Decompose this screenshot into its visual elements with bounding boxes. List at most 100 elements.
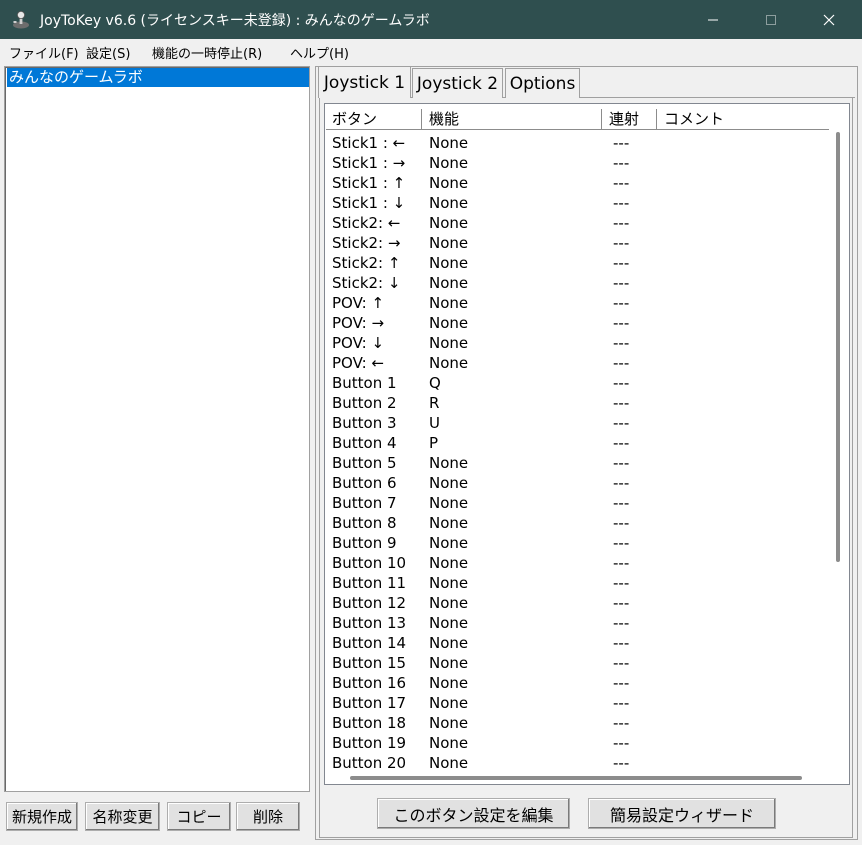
function-cell: None xyxy=(429,174,469,192)
table-row[interactable]: Stick1 : ↑ None --- xyxy=(326,173,829,193)
column-divider[interactable] xyxy=(601,109,602,129)
menu-settings[interactable]: 設定(S) xyxy=(86,43,130,62)
table-row[interactable]: Button 8 None --- xyxy=(326,513,829,533)
setup-wizard-button[interactable]: 簡易設定ウィザード xyxy=(588,798,776,829)
horizontal-scrollbar-thumb[interactable] xyxy=(350,776,802,780)
button-name-cell: POV: ↓ xyxy=(332,334,385,352)
button-name-cell: Button 18 xyxy=(332,714,407,732)
table-row[interactable]: Stick2: ↑ None --- xyxy=(326,253,829,273)
function-cell: None xyxy=(429,534,469,552)
menu-help[interactable]: ヘルプ(H) xyxy=(290,43,349,62)
turbo-cell: --- xyxy=(613,374,630,392)
button-name-cell: Button 7 xyxy=(332,494,397,512)
minimize-icon xyxy=(708,19,718,20)
new-profile-button[interactable]: 新規作成 xyxy=(6,802,78,831)
table-row[interactable]: POV: → None --- xyxy=(326,313,829,333)
profile-list[interactable]: みんなのゲームラボ xyxy=(4,66,310,792)
function-cell: None xyxy=(429,354,469,372)
table-row[interactable]: Stick2: → None --- xyxy=(326,233,829,253)
button-name-cell: Button 14 xyxy=(332,634,407,652)
table-row[interactable]: Stick1 : ↓ None --- xyxy=(326,193,829,213)
turbo-cell: --- xyxy=(613,354,630,372)
table-row[interactable]: Button 16 None --- xyxy=(326,673,829,693)
turbo-cell: --- xyxy=(613,414,630,432)
button-name-cell: Button 15 xyxy=(332,654,407,672)
table-row[interactable]: Button 12 None --- xyxy=(326,593,829,613)
button-name-cell: POV: ↑ xyxy=(332,294,385,312)
table-row[interactable]: Stick2: ↓ None --- xyxy=(326,273,829,293)
column-divider[interactable] xyxy=(421,109,422,129)
menu-pause[interactable]: 機能の一時停止(R) xyxy=(152,43,262,62)
table-row[interactable]: Button 9 None --- xyxy=(326,533,829,553)
table-row[interactable]: Button 5 None --- xyxy=(326,453,829,473)
turbo-cell: --- xyxy=(613,614,630,632)
table-row[interactable]: POV: ↓ None --- xyxy=(326,333,829,353)
table-row[interactable]: Button 7 None --- xyxy=(326,493,829,513)
maximize-icon xyxy=(766,14,776,25)
button-name-cell: Button 9 xyxy=(332,534,397,552)
column-header-comment[interactable]: コメント xyxy=(658,108,724,130)
button-name-cell: Button 3 xyxy=(332,414,397,432)
copy-profile-button[interactable]: コピー xyxy=(167,802,231,831)
table-row[interactable]: Button 20 None --- xyxy=(326,753,829,769)
column-header-turbo[interactable]: 連射 xyxy=(603,108,639,130)
tab-joystick-1[interactable]: Joystick 1 xyxy=(318,66,411,98)
table-row[interactable]: Button 13 None --- xyxy=(326,613,829,633)
table-row[interactable]: Button 3 U --- xyxy=(326,413,829,433)
button-name-cell: Button 5 xyxy=(332,454,397,472)
button-name-cell: Stick1 : → xyxy=(332,154,406,172)
function-cell: None xyxy=(429,234,469,252)
table-row[interactable]: Button 1 Q --- xyxy=(326,373,829,393)
button-name-cell: Button 4 xyxy=(332,434,397,452)
table-row[interactable]: Stick1 : ← None --- xyxy=(326,133,829,153)
table-row[interactable]: Button 2 R --- xyxy=(326,393,829,413)
button-name-cell: Stick2: → xyxy=(332,234,401,252)
table-row[interactable]: Stick1 : → None --- xyxy=(326,153,829,173)
button-name-cell: Button 10 xyxy=(332,554,407,572)
table-row[interactable]: Button 6 None --- xyxy=(326,473,829,493)
table-row[interactable]: Button 4 P --- xyxy=(326,433,829,453)
table-row[interactable]: Button 15 None --- xyxy=(326,653,829,673)
maximize-button[interactable] xyxy=(748,0,794,39)
function-cell: None xyxy=(429,214,469,232)
table-row[interactable]: Button 14 None --- xyxy=(326,633,829,653)
table-row[interactable]: Button 17 None --- xyxy=(326,693,829,713)
tab-joystick-2[interactable]: Joystick 2 xyxy=(412,68,503,98)
function-cell: None xyxy=(429,754,469,769)
close-button[interactable] xyxy=(806,0,852,39)
table-row[interactable]: POV: ↑ None --- xyxy=(326,293,829,313)
turbo-cell: --- xyxy=(613,194,630,212)
table-row[interactable]: Button 19 None --- xyxy=(326,733,829,753)
column-divider[interactable] xyxy=(656,109,657,129)
button-name-cell: Stick2: ← xyxy=(332,214,401,232)
vertical-scrollbar-thumb[interactable] xyxy=(836,132,840,562)
menu-file[interactable]: ファイル(F) xyxy=(9,43,79,62)
function-cell: Q xyxy=(429,374,441,392)
edit-button-config-button[interactable]: このボタン設定を編集 xyxy=(377,798,570,829)
table-row[interactable]: Stick2: ← None --- xyxy=(326,213,829,233)
button-name-cell: POV: → xyxy=(332,314,385,332)
tab-options[interactable]: Options xyxy=(505,68,580,98)
minimize-button[interactable] xyxy=(690,0,736,39)
rename-profile-button[interactable]: 名称変更 xyxy=(85,802,160,831)
delete-profile-button[interactable]: 削除 xyxy=(236,802,300,831)
column-header-button[interactable]: ボタン xyxy=(326,108,377,130)
turbo-cell: --- xyxy=(613,254,630,272)
turbo-cell: --- xyxy=(613,714,630,732)
function-cell: None xyxy=(429,714,469,732)
turbo-cell: --- xyxy=(613,574,630,592)
table-row[interactable]: Button 10 None --- xyxy=(326,553,829,573)
table-row[interactable]: Button 18 None --- xyxy=(326,713,829,733)
profile-item-selected[interactable]: みんなのゲームラボ xyxy=(7,68,309,87)
table-row[interactable]: Button 11 None --- xyxy=(326,573,829,593)
function-cell: None xyxy=(429,654,469,672)
function-cell: None xyxy=(429,634,469,652)
function-cell: None xyxy=(429,674,469,692)
column-header-function[interactable]: 機能 xyxy=(423,108,459,130)
table-row[interactable]: POV: ← None --- xyxy=(326,353,829,373)
turbo-cell: --- xyxy=(613,174,630,192)
turbo-cell: --- xyxy=(613,474,630,492)
button-name-cell: Stick2: ↓ xyxy=(332,274,401,292)
button-mapping-list[interactable]: ボタン 機能 連射 コメント Stick1 : ← None --- Stick1 :… xyxy=(324,103,850,785)
function-cell: None xyxy=(429,734,469,752)
